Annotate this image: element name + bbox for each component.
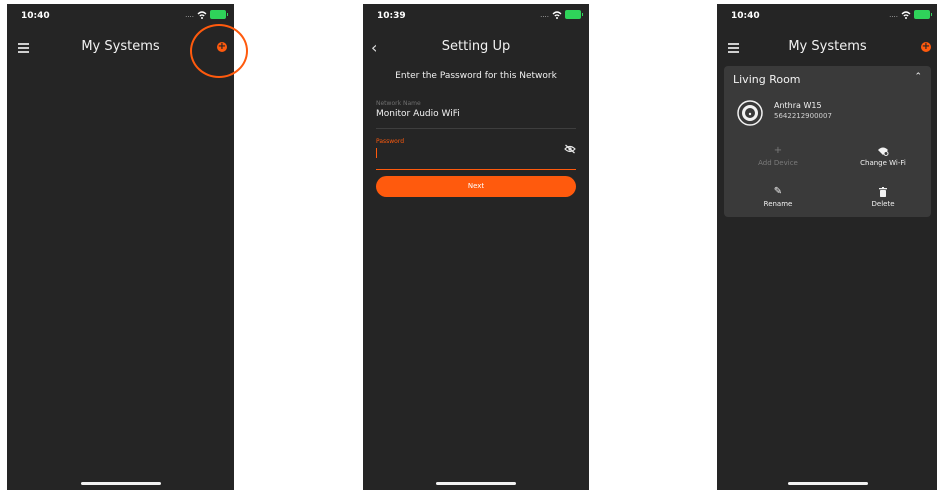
signal-icon: .... xyxy=(540,10,549,19)
wifi-settings-icon xyxy=(838,146,928,156)
signal-icon: .... xyxy=(185,10,194,19)
network-name-label: Network Name xyxy=(376,100,421,107)
page-title: My Systems xyxy=(788,38,867,54)
system-card: Living Room ⌃ Anthra W15 5642212900007 +… xyxy=(724,66,931,217)
field-underline xyxy=(376,128,576,129)
device-serial: 5642212900007 xyxy=(774,112,832,120)
page-title: My Systems xyxy=(81,38,160,54)
password-label: Password xyxy=(376,138,405,145)
wifi-icon xyxy=(552,10,562,19)
home-indicator xyxy=(80,482,161,485)
wifi-icon xyxy=(197,10,207,19)
status-icons: .... xyxy=(889,10,932,19)
status-time: 10:39 xyxy=(377,11,406,21)
battery-icon xyxy=(210,10,228,19)
next-button[interactable]: Next xyxy=(376,176,576,197)
home-indicator xyxy=(436,482,516,485)
highlight-circle-annotation xyxy=(190,24,248,78)
pencil-icon: ✎ xyxy=(773,186,783,197)
status-icons: .... xyxy=(540,10,583,19)
phone-screen-my-systems-empty: 10:40 .... My Systems + xyxy=(7,4,234,490)
status-bar: 10:39 .... xyxy=(363,4,589,28)
speaker-device-icon xyxy=(737,100,763,126)
room-name: Living Room xyxy=(733,73,801,86)
status-time: 10:40 xyxy=(21,11,50,21)
collapse-chevron-icon[interactable]: ⌃ xyxy=(914,72,922,82)
phone-screen-setting-up: 10:39 .... ‹ Setting Up Enter the Passwo… xyxy=(363,4,589,490)
change-wifi-button[interactable]: Change Wi-Fi xyxy=(838,146,928,167)
network-name-value: Monitor Audio WiFi xyxy=(376,109,460,119)
phone-screen-my-systems: 10:40 .... My Systems + Living Room ⌃ An… xyxy=(717,4,937,490)
field-underline xyxy=(376,169,576,170)
device-name[interactable]: Anthra W15 xyxy=(774,101,822,110)
add-device-label: Add Device xyxy=(758,159,798,167)
nav-bar: ‹ Setting Up xyxy=(363,28,589,64)
page-title: Setting Up xyxy=(441,38,511,54)
rename-label: Rename xyxy=(763,200,793,208)
nav-bar: My Systems + xyxy=(717,28,937,64)
network-name-field: Network Name Monitor Audio WiFi xyxy=(376,100,576,129)
plus-icon: + xyxy=(773,145,783,156)
back-chevron-icon[interactable]: ‹ xyxy=(371,38,377,57)
password-heading: Enter the Password for this Network xyxy=(395,71,557,81)
wifi-icon xyxy=(901,10,911,19)
change-wifi-label: Change Wi-Fi xyxy=(860,159,906,167)
status-bar: 10:40 .... xyxy=(717,4,937,28)
rename-button[interactable]: ✎ Rename xyxy=(733,186,823,209)
status-time: 10:40 xyxy=(731,11,760,21)
delete-label: Delete xyxy=(871,200,895,208)
hide-password-eye-icon[interactable] xyxy=(564,144,576,154)
hamburger-menu-icon[interactable] xyxy=(728,43,739,55)
status-icons: .... xyxy=(185,10,228,19)
add-device-button[interactable]: + Add Device xyxy=(733,145,823,168)
delete-button[interactable]: Delete xyxy=(838,187,928,208)
password-field[interactable]: Password xyxy=(376,138,576,170)
home-indicator xyxy=(787,482,868,485)
password-input[interactable] xyxy=(376,148,377,158)
signal-icon: .... xyxy=(889,10,898,19)
hamburger-menu-icon[interactable] xyxy=(18,43,29,55)
trash-icon xyxy=(838,187,928,197)
status-bar: 10:40 .... xyxy=(7,4,234,28)
battery-icon xyxy=(914,10,932,19)
add-system-icon[interactable]: + xyxy=(921,42,931,52)
battery-icon xyxy=(565,10,583,19)
